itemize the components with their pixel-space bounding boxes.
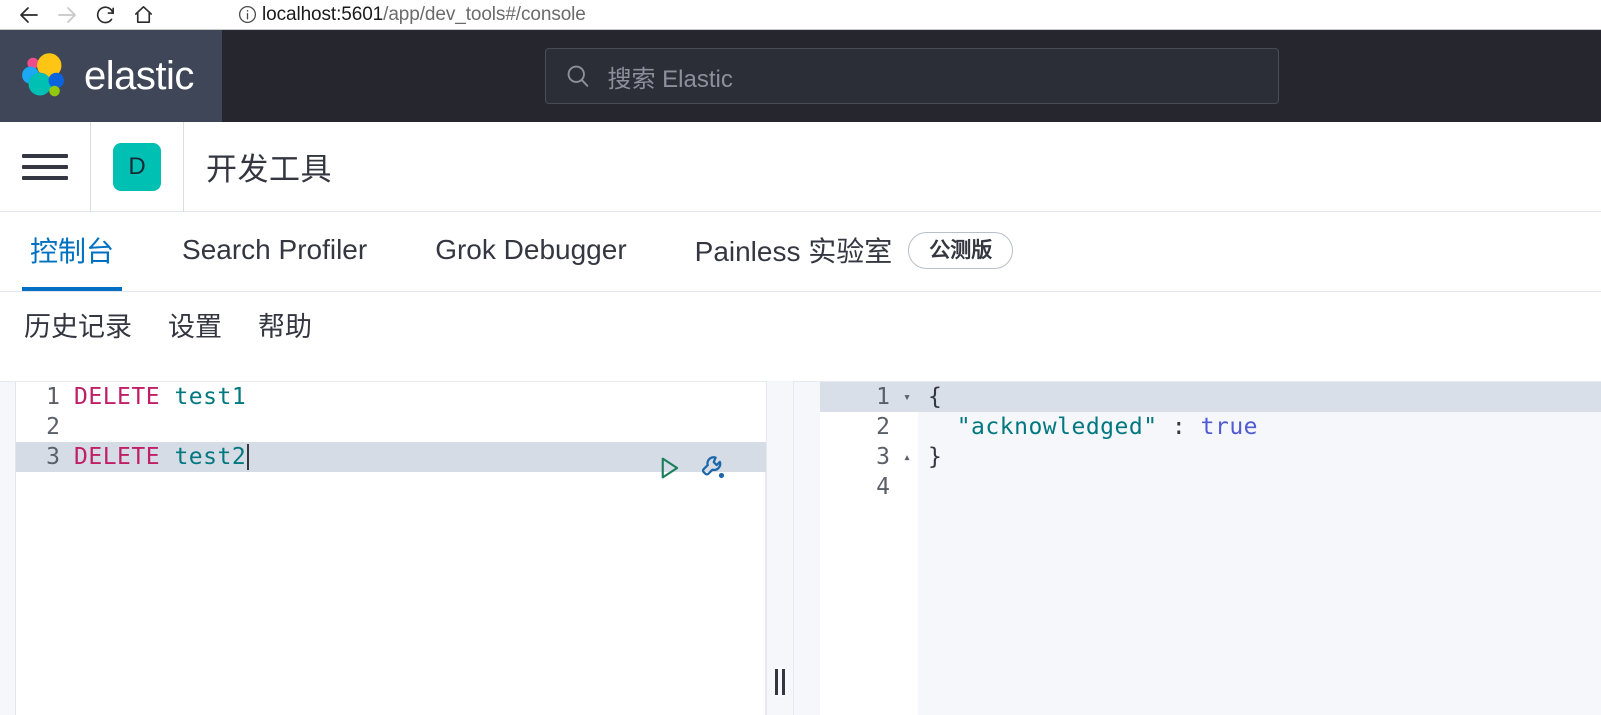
editor-line-2[interactable]: 2 — [16, 412, 766, 442]
response-line-2[interactable]: 2 "acknowledged" : true — [820, 412, 1601, 442]
menu-icon[interactable] — [22, 150, 68, 184]
dev-tools-tabs: 控制台 Search Profiler Grok Debugger Painle… — [0, 212, 1601, 292]
address-bar[interactable]: localhost:5601/app/dev_tools#/console — [232, 0, 1601, 29]
splitter-bar-2 — [782, 669, 785, 695]
search-icon — [567, 65, 588, 87]
tab-grok-debugger[interactable]: Grok Debugger — [427, 213, 634, 291]
response-line-text: { — [928, 384, 943, 410]
submenu-settings[interactable]: 设置 — [168, 305, 222, 344]
tab-search-profiler-label: Search Profiler — [182, 234, 368, 265]
text-cursor — [247, 444, 250, 471]
splitter-bar-1 — [775, 669, 778, 695]
tab-painless-lab[interactable]: Painless 实验室 公测版 — [687, 213, 1022, 291]
response-line-4[interactable]: 4 — [820, 472, 1601, 502]
url-host: localhost:5601 — [262, 3, 384, 25]
response-line-3[interactable]: 3 ▴ } — [820, 442, 1601, 472]
app-nav-bar: D 开发工具 — [0, 121, 1601, 212]
pane-splitter[interactable] — [766, 381, 794, 715]
url-path: /app/dev_tools#/console — [383, 3, 586, 25]
response-left-margin — [794, 382, 820, 715]
play-icon[interactable] — [654, 453, 684, 483]
fold-down-icon[interactable]: ▾ — [896, 382, 918, 412]
back-icon[interactable] — [10, 0, 48, 29]
response-viewer[interactable]: 1 ▾ { 2 "acknowledged" : true 3 ▴ } 4 — [820, 382, 1601, 715]
reload-icon[interactable] — [86, 0, 124, 29]
elastic-logo-icon — [22, 53, 64, 97]
editor-gutter-fill — [16, 472, 90, 715]
response-line-1[interactable]: 1 ▾ { — [820, 382, 1601, 412]
response-gutter-fill — [820, 502, 918, 715]
wrench-icon[interactable] — [698, 452, 730, 484]
response-line-number: 4 — [820, 472, 896, 502]
tab-painless-lab-label: Painless 实验室 — [694, 236, 893, 267]
editor-empty-area[interactable] — [16, 472, 766, 715]
menu-bar-1 — [22, 153, 68, 158]
response-line-number: 3 — [820, 442, 896, 472]
tab-search-profiler[interactable]: Search Profiler — [174, 213, 375, 291]
request-editor[interactable]: 1 DELETE test1 2 3 DELETE test2 — [16, 382, 766, 715]
tab-console[interactable]: 控制台 — [22, 213, 123, 291]
global-search-area: 搜索 Elastic — [222, 30, 1601, 122]
response-json-value: true — [1200, 414, 1259, 440]
editor-line-number: 3 — [46, 444, 60, 470]
browser-toolbar: localhost:5601/app/dev_tools#/console — [0, 0, 1601, 29]
editor-index: test2 — [174, 443, 247, 470]
tab-console-label: 控制台 — [30, 236, 115, 267]
editor-keyword: DELETE — [74, 384, 161, 410]
editor-line-number: 2 — [46, 414, 60, 440]
page-title: 开发工具 — [206, 152, 332, 187]
elastic-logo-block[interactable]: elastic — [0, 30, 222, 122]
beta-badge: 公测版 — [908, 231, 1014, 269]
elastic-header: elastic 搜索 Elastic — [0, 30, 1601, 122]
request-editor-pane[interactable]: 1 DELETE test1 2 3 DELETE test2 — [0, 381, 766, 715]
response-json-colon: : — [1157, 414, 1201, 440]
nav-divider-1 — [90, 121, 91, 212]
response-line-number: 1 — [820, 382, 896, 412]
response-indent — [928, 414, 957, 440]
response-line-text: } — [928, 444, 943, 470]
editor-action-buttons — [654, 452, 730, 484]
editor-index: test1 — [174, 384, 247, 410]
editor-line-number: 1 — [46, 384, 60, 410]
submenu-history[interactable]: 历史记录 — [24, 305, 132, 344]
home-icon[interactable] — [124, 0, 162, 29]
global-search-input[interactable]: 搜索 Elastic — [544, 48, 1279, 104]
menu-bar-2 — [22, 164, 68, 169]
console-body: 1 DELETE test1 2 3 DELETE test2 1 ▾ {2 … — [0, 381, 1601, 715]
fold-placeholder — [896, 472, 918, 502]
editor-left-margin — [0, 382, 16, 715]
response-line-text: "acknowledged" : true — [918, 414, 1258, 440]
response-json-key: "acknowledged" — [956, 414, 1158, 440]
elastic-wordmark: elastic — [84, 54, 194, 98]
fold-placeholder — [896, 412, 918, 442]
editor-line-1[interactable]: 1 DELETE test1 — [16, 382, 766, 412]
menu-bar-3 — [22, 175, 68, 180]
editor-keyword: DELETE — [74, 443, 161, 470]
url-text: localhost:5601/app/dev_tools#/console — [262, 4, 586, 26]
response-line-number: 2 — [820, 412, 896, 442]
console-submenu: 历史记录 设置 帮助 — [0, 292, 1601, 356]
nav-divider-2 — [183, 121, 184, 212]
forward-icon[interactable] — [48, 0, 86, 29]
fold-up-icon[interactable]: ▴ — [896, 442, 918, 472]
editor-line-code: DELETE test1 — [74, 384, 246, 410]
tab-grok-debugger-label: Grok Debugger — [435, 234, 627, 265]
submenu-help[interactable]: 帮助 — [258, 305, 312, 344]
response-pane[interactable]: 1 ▾ { 2 "acknowledged" : true 3 ▴ } 4 — [794, 381, 1601, 715]
splitter-handle-icon[interactable] — [771, 667, 789, 697]
app-badge: D — [113, 142, 161, 191]
global-search-placeholder: 搜索 Elastic — [607, 65, 733, 93]
site-info-icon[interactable] — [232, 0, 262, 29]
editor-line-code: DELETE test2 — [74, 443, 250, 471]
